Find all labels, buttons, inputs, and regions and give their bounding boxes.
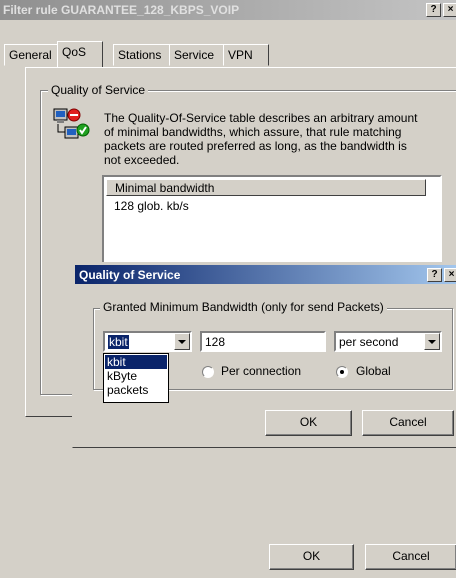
dialog-title: Quality of Service bbox=[79, 268, 181, 282]
unit-option-packets[interactable]: packets bbox=[105, 383, 167, 397]
main-cancel-button[interactable]: Cancel bbox=[365, 544, 456, 570]
tab-service[interactable]: Service bbox=[169, 44, 225, 66]
network-qos-icon bbox=[53, 108, 90, 139]
period-select[interactable]: per second bbox=[334, 331, 442, 352]
unit-dropdown-arrow-icon[interactable] bbox=[174, 333, 190, 350]
main-title-bar[interactable]: Filter rule GUARANTEE_128_KBPS_VOIP ? × bbox=[0, 0, 456, 20]
qos-group-label: Quality of Service bbox=[48, 83, 149, 97]
amount-input-value: 128 bbox=[205, 335, 226, 349]
amount-input[interactable]: 128 bbox=[200, 331, 326, 352]
dialog-help-button[interactable]: ? bbox=[427, 268, 442, 282]
list-header-minimal-bandwidth[interactable]: Minimal bandwidth bbox=[106, 179, 426, 196]
tab-general[interactable]: General bbox=[4, 44, 58, 66]
period-select-value: per second bbox=[339, 335, 399, 349]
unit-dropdown-list[interactable]: kbit kByte packets bbox=[103, 353, 169, 403]
bandwidth-list[interactable]: Minimal bandwidth 128 glob. kb/s bbox=[102, 175, 442, 275]
tab-stations[interactable]: Stations bbox=[113, 44, 171, 66]
main-close-button[interactable]: × bbox=[443, 3, 456, 17]
dialog-cancel-button[interactable]: Cancel bbox=[362, 410, 454, 436]
unit-option-kbyte[interactable]: kByte bbox=[105, 369, 167, 383]
unit-select[interactable]: kbit bbox=[103, 331, 192, 352]
main-help-button[interactable]: ? bbox=[426, 3, 441, 17]
radio-per-connection-label[interactable]: Per connection bbox=[221, 364, 301, 378]
period-dropdown-arrow-icon[interactable] bbox=[424, 333, 440, 350]
main-ok-button[interactable]: OK bbox=[269, 544, 354, 570]
tab-vpn[interactable]: VPN bbox=[223, 44, 269, 66]
list-item[interactable]: 128 glob. kb/s bbox=[114, 199, 189, 213]
main-window-title: Filter rule GUARANTEE_128_KBPS_VOIP bbox=[3, 3, 240, 17]
tab-qos[interactable]: QoS bbox=[57, 41, 103, 67]
radio-global-label[interactable]: Global bbox=[356, 364, 391, 378]
dialog-title-bar[interactable]: Quality of Service ? × bbox=[75, 265, 456, 284]
unit-option-kbit[interactable]: kbit bbox=[105, 355, 167, 369]
dialog-ok-button[interactable]: OK bbox=[265, 410, 352, 436]
radio-global[interactable] bbox=[336, 366, 348, 378]
qos-description: The Quality-Of-Service table describes a… bbox=[104, 111, 418, 167]
bandwidth-group-label: Granted Minimum Bandwidth (only for send… bbox=[100, 300, 387, 314]
radio-per-connection[interactable] bbox=[202, 366, 214, 378]
unit-select-value: kbit bbox=[108, 335, 129, 349]
dialog-close-button[interactable]: × bbox=[444, 268, 456, 282]
